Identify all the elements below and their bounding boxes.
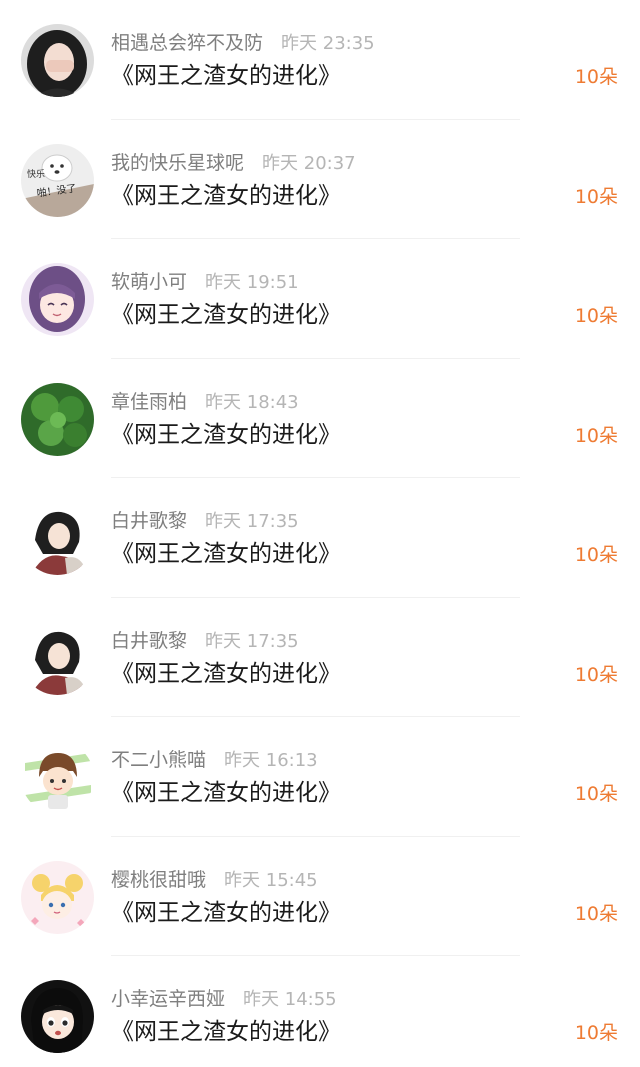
book-title[interactable]: 《网王之渣女的进化》 (111, 778, 341, 808)
list-item[interactable]: 软萌小可 昨天 19:51 《网王之渣女的进化》 10朵 (0, 239, 640, 359)
timestamp: 昨天 17:35 (205, 511, 299, 532)
list-item[interactable]: 小幸运辛西娅 昨天 14:55 《网王之渣女的进化》 10朵 (0, 956, 640, 1067)
green-clover-avatar[interactable] (21, 382, 94, 456)
list-item[interactable]: 快乐 啪！没了 我的快乐星球呢 昨天 20:37 《网王之渣女的进化》 10朵 (0, 120, 640, 239)
gift-count: 10朵 (574, 424, 618, 447)
anime-woman-avatar[interactable] (21, 502, 94, 575)
gift-record-list: 相遇总会猝不及防 昨天 23:35 《网王之渣女的进化》 10朵 快乐 啪！没了 … (0, 0, 640, 1067)
sender-meta: 白井歌黎 昨天 17:35 (111, 508, 299, 534)
list-item[interactable]: 章佳雨柏 昨天 18:43 《网王之渣女的进化》 10朵 (0, 359, 640, 478)
sender-name[interactable]: 小幸运辛西娅 (111, 988, 225, 1010)
timestamp: 昨天 17:35 (205, 630, 299, 652)
girl-face-avatar[interactable] (21, 24, 94, 97)
timestamp: 昨天 15:45 (224, 869, 318, 891)
book-title[interactable]: 《网王之渣女的进化》 (111, 420, 341, 450)
list-item[interactable]: 樱桃很甜哦 昨天 15:45 《网王之渣女的进化》 10朵 (0, 837, 640, 956)
book-title[interactable]: 《网王之渣女的进化》 (111, 659, 341, 689)
sender-name[interactable]: 樱桃很甜哦 (111, 869, 206, 891)
sender-meta: 软萌小可 昨天 19:51 (111, 269, 299, 295)
gift-count: 10朵 (574, 663, 618, 686)
timestamp: 昨天 20:37 (262, 152, 356, 174)
timestamp: 昨天 19:51 (205, 272, 299, 293)
sender-meta: 白井歌黎 昨天 17:35 (111, 628, 299, 654)
avatar-caption: 快乐 (27, 168, 45, 180)
sender-name[interactable]: 章佳雨柏 (111, 391, 187, 413)
timestamp: 昨天 23:35 (281, 33, 375, 54)
sender-meta: 章佳雨柏 昨天 18:43 (111, 389, 299, 415)
sender-name[interactable]: 白井歌黎 (111, 630, 187, 652)
sender-meta: 相遇总会猝不及防 昨天 23:35 (111, 30, 375, 56)
list-item[interactable]: 白井歌黎 昨天 17:35 《网王之渣女的进化》 10朵 (0, 598, 640, 717)
sender-name[interactable]: 相遇总会猝不及防 (111, 32, 263, 54)
timestamp: 昨天 16:13 (224, 750, 318, 771)
sender-name[interactable]: 不二小熊喵 (111, 749, 206, 771)
gift-count: 10朵 (574, 185, 618, 208)
sender-meta: 我的快乐星球呢 昨天 20:37 (111, 150, 356, 176)
list-item[interactable]: 相遇总会猝不及防 昨天 23:35 《网王之渣女的进化》 10朵 (0, 0, 640, 120)
book-title[interactable]: 《网王之渣女的进化》 (111, 61, 341, 91)
sender-meta: 樱桃很甜哦 昨天 15:45 (111, 867, 318, 893)
gift-count: 10朵 (574, 783, 618, 805)
book-title[interactable]: 《网王之渣女的进化》 (111, 300, 341, 330)
anime-woman-avatar[interactable] (21, 621, 94, 695)
book-title[interactable]: 《网王之渣女的进化》 (111, 181, 341, 211)
timestamp: 昨天 18:43 (205, 391, 299, 413)
sender-meta: 不二小熊喵 昨天 16:13 (111, 747, 318, 773)
timestamp: 昨天 14:55 (243, 989, 337, 1010)
book-title[interactable]: 《网王之渣女的进化》 (111, 539, 341, 569)
sender-name[interactable]: 白井歌黎 (111, 510, 187, 532)
list-item[interactable]: 白井歌黎 昨天 17:35 《网王之渣女的进化》 10朵 (0, 478, 640, 598)
dark-hair-girl-avatar[interactable] (21, 980, 94, 1053)
gift-count: 10朵 (574, 305, 618, 327)
gift-count: 10朵 (574, 544, 618, 566)
gift-count: 10朵 (574, 902, 618, 925)
book-title[interactable]: 《网王之渣女的进化》 (111, 1017, 341, 1047)
list-item[interactable]: 不二小熊喵 昨天 16:13 《网王之渣女的进化》 10朵 (0, 717, 640, 837)
anime-girl-avatar[interactable] (21, 263, 94, 336)
dog-meme-avatar[interactable]: 快乐 啪！没了 (21, 143, 94, 217)
sender-name[interactable]: 软萌小可 (111, 271, 187, 293)
sender-name[interactable]: 我的快乐星球呢 (111, 152, 244, 174)
book-title[interactable]: 《网王之渣女的进化》 (111, 898, 341, 928)
gift-count: 10朵 (574, 1022, 618, 1044)
chibi-boy-avatar[interactable] (21, 741, 94, 814)
sender-meta: 小幸运辛西娅 昨天 14:55 (111, 986, 337, 1012)
sailor-moon-avatar[interactable] (21, 860, 94, 934)
gift-count: 10朵 (574, 66, 618, 88)
